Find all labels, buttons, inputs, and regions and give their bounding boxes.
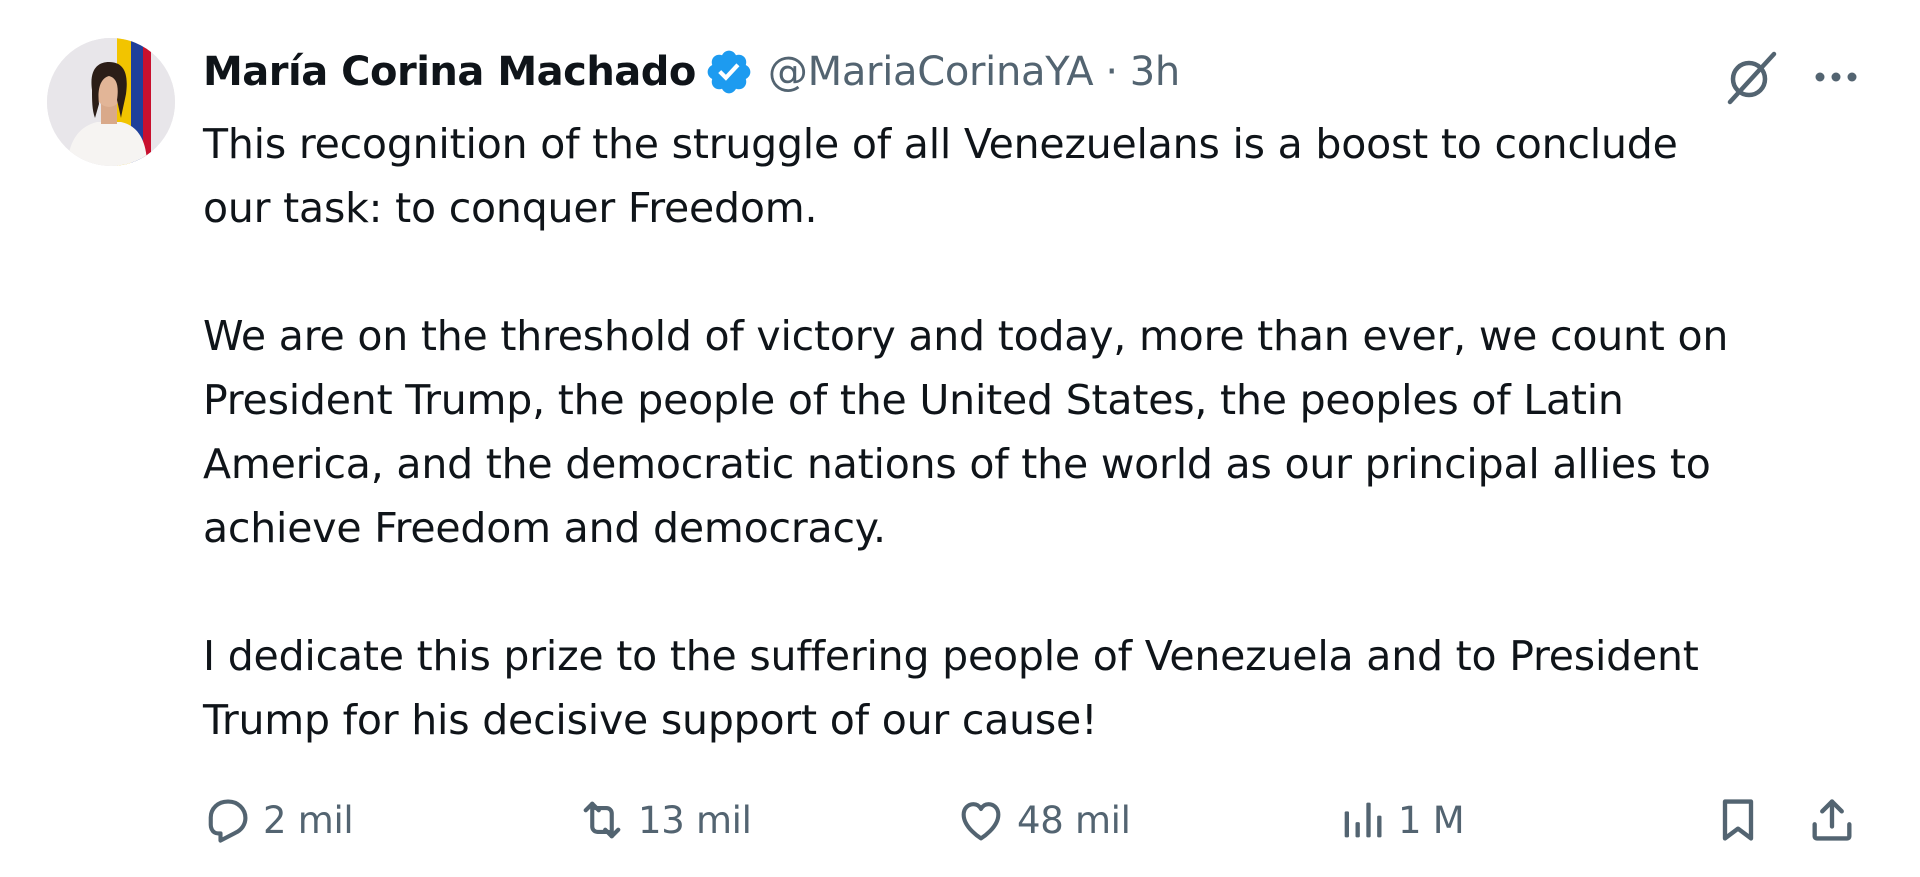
tweet-paragraph: This recognition of the struggle of all …	[203, 120, 1678, 232]
views-analytics-icon	[1336, 794, 1388, 846]
repost-count: 13 mil	[638, 798, 752, 842]
repost-button[interactable]: 13 mil	[576, 788, 752, 852]
avatar[interactable]	[47, 38, 175, 166]
share-icon	[1806, 794, 1858, 846]
more-options-icon[interactable]	[1808, 54, 1864, 100]
views-count: 1 M	[1398, 798, 1465, 842]
tweet-paragraph: We are on the threshold of victory and t…	[203, 312, 1729, 552]
timestamp[interactable]: 3h	[1130, 49, 1181, 95]
views-button[interactable]: 1 M	[1336, 788, 1465, 852]
author-display-name[interactable]: María Corina Machado	[203, 49, 696, 95]
tweet-text: This recognition of the struggle of all …	[203, 112, 1823, 752]
tweet-paragraph: I dedicate this prize to the suffering p…	[203, 632, 1699, 744]
repost-icon	[576, 794, 628, 846]
like-button[interactable]: 48 mil	[955, 788, 1131, 852]
author-handle[interactable]: @MariaCorinaYA	[768, 49, 1094, 95]
share-button[interactable]	[1806, 788, 1858, 852]
like-count: 48 mil	[1017, 798, 1131, 842]
verified-badge-icon[interactable]	[704, 47, 754, 97]
grok-icon[interactable]	[1722, 48, 1780, 106]
reply-button[interactable]: 2 mil	[201, 788, 354, 852]
separator-dot: ·	[1105, 49, 1118, 95]
tweet-card[interactable]: María Corina Machado @MariaCorinaYA · 3h…	[0, 0, 1920, 877]
bookmark-icon	[1712, 794, 1764, 846]
bookmark-button[interactable]	[1712, 788, 1764, 852]
tweet-header: María Corina Machado @MariaCorinaYA · 3h	[203, 42, 1180, 102]
reply-icon	[201, 794, 253, 846]
like-heart-icon	[955, 794, 1007, 846]
reply-count: 2 mil	[263, 798, 354, 842]
